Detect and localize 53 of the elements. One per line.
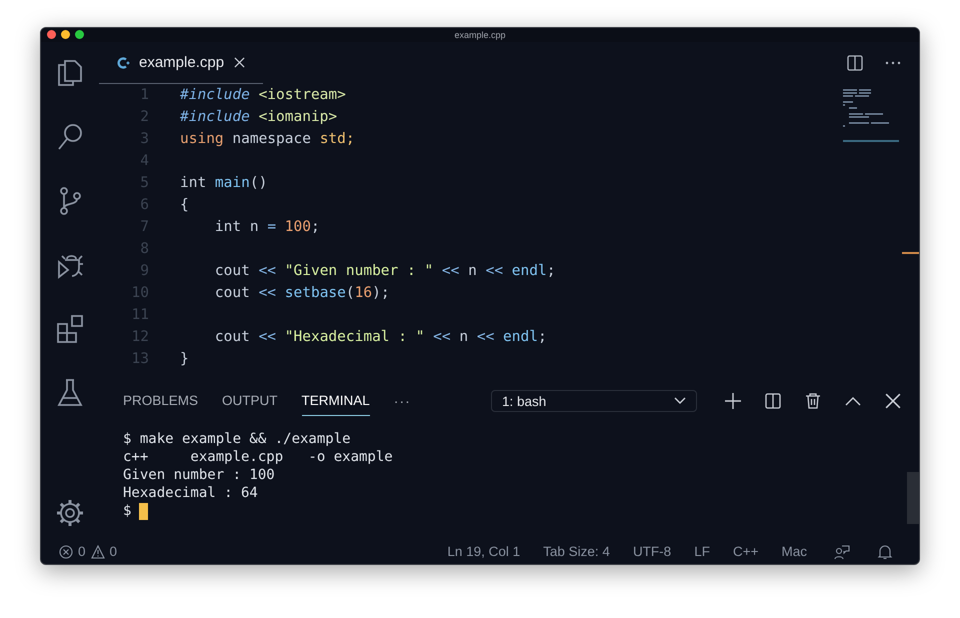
files-icon[interactable] bbox=[56, 58, 84, 88]
code-line: int n = 100; bbox=[214, 219, 320, 235]
scrollbar[interactable] bbox=[907, 472, 919, 524]
zoom-window-button[interactable] bbox=[75, 30, 84, 39]
split-editor-icon[interactable] bbox=[847, 55, 863, 71]
status-item[interactable]: Ln 19, Col 1 bbox=[447, 544, 520, 559]
panel-tab[interactable]: TERMINAL bbox=[302, 386, 370, 416]
status-item[interactable]: Tab Size: 4 bbox=[543, 544, 610, 559]
flask-icon[interactable] bbox=[56, 378, 84, 408]
trash-icon[interactable] bbox=[805, 393, 821, 409]
status-item[interactable]: LF bbox=[694, 544, 710, 559]
terminal-prompt: $ bbox=[123, 502, 132, 520]
error-count[interactable]: 0 bbox=[78, 544, 86, 559]
plus-icon[interactable] bbox=[725, 393, 741, 409]
split-terminal-icon[interactable] bbox=[765, 393, 781, 409]
bell-icon[interactable] bbox=[877, 544, 893, 560]
minimize-window-button[interactable] bbox=[61, 30, 70, 39]
warning-icon[interactable] bbox=[90, 544, 105, 558]
warning-count[interactable]: 0 bbox=[110, 544, 118, 559]
code-line: #include <iostream> bbox=[180, 87, 346, 103]
terminal-line: c++ example.cpp -o example bbox=[123, 448, 394, 466]
status-item[interactable]: UTF-8 bbox=[632, 544, 672, 559]
code-line: #include <iomanip> bbox=[180, 109, 338, 125]
code-line: int main() bbox=[180, 175, 268, 191]
terminal-line: Given number : 100 bbox=[123, 466, 276, 484]
panel-tab[interactable]: PROBLEMS bbox=[123, 386, 198, 416]
cpp-file-icon bbox=[117, 56, 131, 70]
close-icon[interactable] bbox=[234, 57, 246, 68]
overview-ruler-mark bbox=[902, 252, 919, 254]
terminal-line: $ make example && ./example bbox=[123, 430, 352, 448]
terminal-line: Hexadecimal : 64 bbox=[123, 484, 259, 502]
extensions-icon[interactable] bbox=[56, 314, 84, 344]
status-item[interactable]: C++ bbox=[732, 544, 758, 559]
code-line: cout << "Hexadecimal : " << n << endl; bbox=[214, 329, 547, 345]
chevron-down-icon bbox=[674, 397, 686, 405]
more-button[interactable]: ··· bbox=[394, 393, 411, 409]
status-item[interactable]: Mac bbox=[781, 544, 807, 559]
close-icon[interactable] bbox=[885, 393, 901, 409]
code-line: using namespace std; bbox=[180, 131, 355, 147]
code-line: cout << "Given number : " << n << endl; bbox=[214, 263, 556, 279]
panel-tab[interactable]: OUTPUT bbox=[222, 386, 278, 416]
error-icon[interactable] bbox=[59, 544, 73, 558]
editor-tab[interactable]: example.cpp bbox=[99, 42, 263, 84]
settings-icon[interactable] bbox=[56, 499, 84, 527]
code-line: { bbox=[180, 197, 189, 213]
code-line: } bbox=[180, 351, 189, 367]
window-title: example.cpp bbox=[454, 30, 506, 40]
terminal-dropdown[interactable]: 1: bash bbox=[491, 390, 697, 412]
terminal-cursor bbox=[139, 502, 148, 520]
close-window-button[interactable] bbox=[47, 30, 56, 39]
code-line: cout << setbase(16); bbox=[214, 285, 390, 301]
feedback-icon[interactable] bbox=[834, 544, 850, 560]
search-icon[interactable] bbox=[56, 122, 84, 152]
